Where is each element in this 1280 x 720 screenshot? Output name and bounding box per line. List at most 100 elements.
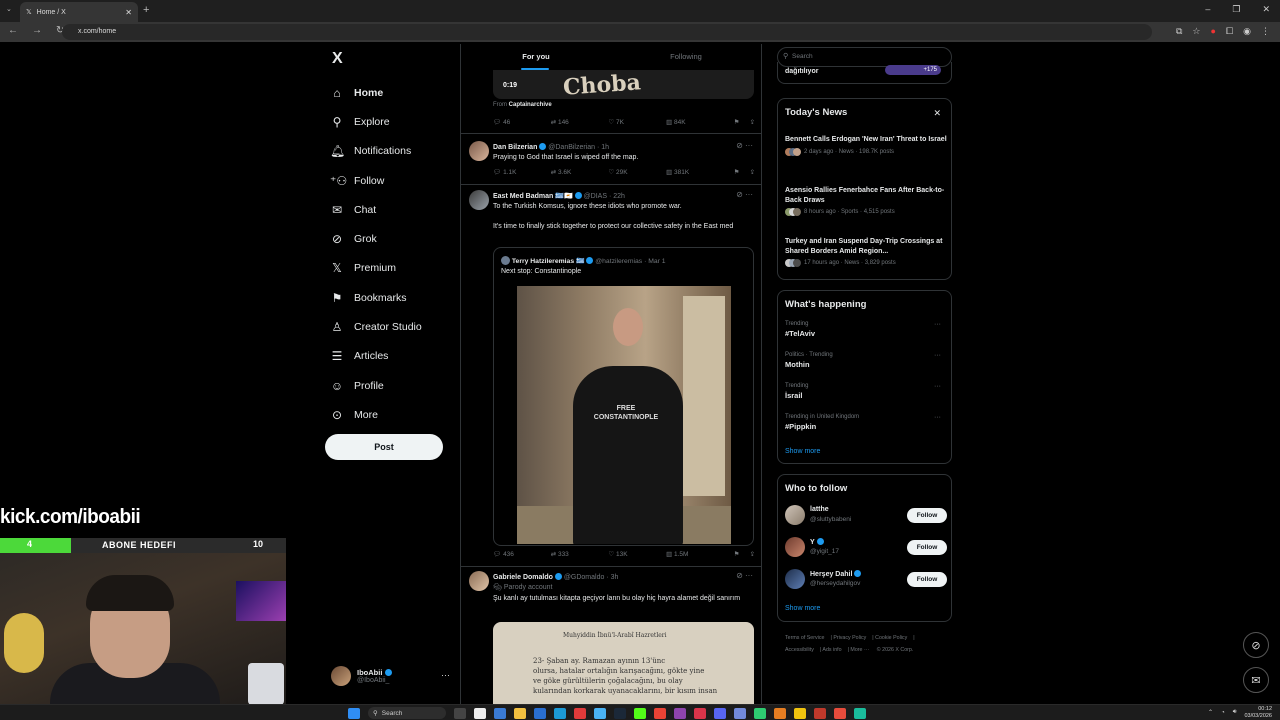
app-icon[interactable] bbox=[734, 707, 746, 719]
nav-item-profile[interactable]: ☺ Profile bbox=[330, 371, 422, 400]
bookmark-icon[interactable]: ⚑ bbox=[734, 118, 740, 126]
more-icon[interactable]: ··· bbox=[934, 321, 941, 328]
url-field[interactable]: x.com/home bbox=[62, 24, 1152, 40]
extension-icon[interactable]: ● bbox=[1211, 26, 1216, 37]
clock[interactable]: 00:12 03/03/2026 bbox=[1244, 706, 1272, 719]
avatar[interactable] bbox=[785, 505, 805, 525]
more-icon[interactable]: ··· bbox=[745, 141, 753, 150]
trend-item[interactable]: Trending in United Kingdom #Pippkin ··· bbox=[785, 414, 947, 431]
store-icon[interactable] bbox=[534, 707, 546, 719]
avatar[interactable] bbox=[469, 190, 489, 210]
more-icon[interactable]: ··· bbox=[934, 383, 941, 390]
live-card[interactable]: dağıtılıyor +175 bbox=[777, 62, 952, 84]
chrome-icon[interactable] bbox=[654, 707, 666, 719]
footer-link[interactable]: Cookie Policy bbox=[875, 635, 907, 641]
messages-button[interactable]: ✉ bbox=[1243, 667, 1269, 693]
grok-icon[interactable]: ⊘ bbox=[736, 190, 743, 199]
nav-item-explore[interactable]: ⚲ Explore bbox=[330, 107, 422, 136]
nav-item-more[interactable]: ⊙ More bbox=[330, 400, 422, 429]
taskview-icon[interactable] bbox=[454, 707, 466, 719]
avatar[interactable] bbox=[785, 537, 805, 557]
bookmark-icon[interactable]: ⚑ bbox=[734, 168, 740, 176]
tweet[interactable]: Gabriele Domaldo @GDomaldo · 3h ⊘ ··· 🎭︎… bbox=[469, 571, 759, 621]
tweet-photo[interactable]: FREE CONSTANTINOPLE bbox=[517, 286, 731, 544]
install-icon[interactable]: ⧉ bbox=[1176, 26, 1182, 37]
back-icon[interactable]: ← bbox=[8, 25, 18, 36]
nav-item-articles[interactable]: ☰ Articles bbox=[330, 342, 422, 371]
nav-item-bookmarks[interactable]: ⚑ Bookmarks bbox=[330, 283, 422, 312]
app-icon[interactable] bbox=[774, 707, 786, 719]
nav-item-premium[interactable]: 𝕏 Premium bbox=[330, 254, 422, 283]
menu-icon[interactable]: ⋮ bbox=[1261, 26, 1270, 37]
source-account[interactable]: Captainarchive bbox=[509, 102, 552, 108]
close-icon[interactable]: ✕ bbox=[933, 108, 941, 119]
extensions-icon[interactable]: ⧠ bbox=[1226, 26, 1233, 37]
app-icon[interactable] bbox=[474, 707, 486, 719]
more-icon[interactable]: ··· bbox=[934, 414, 941, 421]
windows-start-icon[interactable] bbox=[348, 707, 360, 719]
tab-following[interactable]: Following bbox=[611, 44, 761, 70]
news-item[interactable]: Bennett Calls Erdogan 'New Iran' Threat … bbox=[785, 135, 947, 156]
avatar[interactable] bbox=[469, 571, 489, 591]
more-icon[interactable]: ··· bbox=[441, 670, 450, 680]
trend-item[interactable]: Politics · Trending Mothin ··· bbox=[785, 352, 947, 369]
video-player[interactable]: Choba 0:19 bbox=[493, 70, 754, 99]
grok-icon[interactable]: ⊘ bbox=[736, 571, 743, 580]
tab-search-icon[interactable]: ⌄ bbox=[6, 5, 12, 13]
follow-suggestion[interactable]: Y @yigit_17 Follow bbox=[785, 537, 947, 559]
reply-button[interactable]: 💬︎ 436 bbox=[493, 550, 551, 558]
app-icon[interactable] bbox=[594, 707, 606, 719]
reply-button[interactable]: 💬︎ 1.1K bbox=[493, 168, 551, 176]
tab-for-you[interactable]: For you bbox=[461, 44, 611, 70]
repost-button[interactable]: ⇄ 3.6K bbox=[551, 168, 609, 176]
restore-icon[interactable]: ❐ bbox=[1232, 4, 1240, 15]
repost-button[interactable]: ⇄ 146 bbox=[551, 118, 609, 126]
like-button[interactable]: ♡ 13K bbox=[608, 550, 666, 558]
profile-avatar-icon[interactable]: ◉ bbox=[1243, 26, 1251, 37]
share-icon[interactable]: ⇪ bbox=[750, 550, 755, 558]
repost-button[interactable]: ⇄ 333 bbox=[551, 550, 609, 558]
grok-button[interactable]: ⊘ bbox=[1243, 632, 1269, 658]
app-icon[interactable] bbox=[794, 707, 806, 719]
trend-item[interactable]: Trending İsrail ··· bbox=[785, 383, 947, 400]
follow-suggestion[interactable]: latthe @sluttybabeni Follow bbox=[785, 505, 947, 527]
star-icon[interactable]: ☆ bbox=[1192, 26, 1200, 37]
follow-suggestion[interactable]: Herşey Dahil @herseydahilgov Follow bbox=[785, 569, 947, 591]
views-button[interactable]: ▥ 1.5M bbox=[666, 550, 724, 558]
close-tab-icon[interactable]: ✕ bbox=[125, 8, 132, 17]
show-more-link[interactable]: Show more bbox=[785, 448, 820, 455]
follow-button[interactable]: Follow bbox=[907, 572, 947, 587]
like-button[interactable]: ♡ 7K bbox=[608, 118, 666, 126]
more-icon[interactable]: ··· bbox=[745, 571, 753, 580]
app-icon[interactable] bbox=[674, 707, 686, 719]
nav-item-grok[interactable]: ⊘ Grok bbox=[330, 224, 422, 253]
footer-link[interactable]: More ··· bbox=[850, 647, 869, 653]
kick-icon[interactable] bbox=[634, 707, 646, 719]
tweet-photo[interactable]: Muhyiddin İbnü'l-Arabî Hazretleri 23- Şa… bbox=[493, 622, 754, 704]
nav-item-creator-studio[interactable]: ♙ Creator Studio bbox=[330, 312, 422, 341]
footer-link[interactable]: Accessibility bbox=[785, 647, 814, 653]
nav-item-notifications[interactable]: 🔔︎ Notifications bbox=[330, 137, 422, 166]
news-item[interactable]: Turkey and Iran Suspend Day-Trip Crossin… bbox=[785, 237, 947, 267]
show-more-link[interactable]: Show more bbox=[785, 605, 820, 612]
close-window-icon[interactable]: ✕ bbox=[1262, 4, 1270, 15]
share-icon[interactable]: ⇪ bbox=[750, 168, 755, 176]
news-item[interactable]: Asensio Rallies Fenerbahce Fans After Ba… bbox=[785, 186, 947, 216]
reply-button[interactable]: 💬︎ 46 bbox=[493, 118, 551, 126]
app-icon[interactable] bbox=[694, 707, 706, 719]
app-icon[interactable] bbox=[834, 707, 846, 719]
footer-link[interactable]: Terms of Service bbox=[785, 635, 824, 641]
trend-item[interactable]: Trending #TelAviv ··· bbox=[785, 321, 947, 338]
app-icon[interactable] bbox=[574, 707, 586, 719]
edge-icon[interactable] bbox=[554, 707, 566, 719]
tray-chevron-icon[interactable]: ⌃ bbox=[1208, 709, 1213, 716]
discord-icon[interactable] bbox=[714, 707, 726, 719]
footer-link[interactable]: Ads info bbox=[822, 647, 841, 653]
app-icon[interactable] bbox=[814, 707, 826, 719]
avatar[interactable] bbox=[469, 141, 489, 161]
views-button[interactable]: ▥ 84K bbox=[666, 118, 724, 126]
app-icon[interactable] bbox=[494, 707, 506, 719]
volume-icon[interactable]: 🔊︎ bbox=[1233, 709, 1237, 716]
app-icon[interactable] bbox=[854, 707, 866, 719]
x-logo-icon[interactable]: X bbox=[332, 50, 343, 68]
